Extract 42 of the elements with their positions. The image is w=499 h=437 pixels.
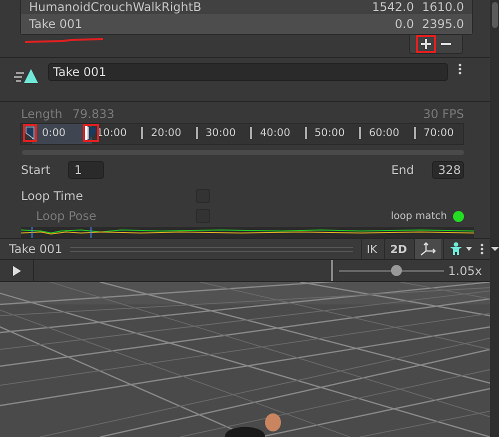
more-icon[interactable] <box>480 243 484 255</box>
ruler-label: 40:00 <box>250 127 290 139</box>
more-icon[interactable] <box>458 63 462 75</box>
clip-end: 2395.0 <box>422 17 464 31</box>
axes-icon <box>420 242 436 256</box>
clip-end: 1610.0 <box>422 0 464 14</box>
ruler-label: 50:00 <box>304 127 345 139</box>
length-value: 79.833 <box>72 107 114 121</box>
start-field[interactable]: 1 <box>68 161 104 179</box>
clip-row[interactable]: Take 001 0.0 2395.0 <box>21 14 472 34</box>
loop-pose-label: Loop Pose <box>35 209 98 223</box>
speed-value: 1.05x <box>448 264 483 278</box>
end-field[interactable]: 328 <box>432 161 464 179</box>
timeline-ruler[interactable]: 0:00 10:00 20:00 30:00 40:00 50:00 60:00 70:00 <box>20 123 464 145</box>
ruler-label: 20:00 <box>141 127 182 139</box>
play-icon <box>12 264 22 276</box>
ruler-label: 60:00 <box>359 127 400 139</box>
scrollbar-thumb[interactable] <box>492 2 498 28</box>
scrollbar-track[interactable] <box>490 0 499 437</box>
avatar-icon <box>449 242 473 256</box>
ruler-label: 70:00 <box>414 127 454 139</box>
clip-name: Take 001 <box>29 17 84 31</box>
length-label: Length <box>21 107 62 121</box>
preview-title: Take 001 <box>9 242 62 256</box>
loop-match-label: loop match <box>390 210 447 222</box>
ruler-label: 30:00 <box>196 127 236 139</box>
scroll-down-icon[interactable] <box>490 246 498 252</box>
fps-label: 30 FPS <box>423 107 464 121</box>
clip-start: 1542.0 <box>372 0 414 14</box>
clip-row[interactable]: HumanoidCrouchWalkRightB 1542.0 1610.0 <box>21 0 472 14</box>
slider-thumb[interactable] <box>390 265 402 276</box>
end-label: End <box>391 163 414 177</box>
end-handle[interactable] <box>84 126 97 140</box>
add-button[interactable] <box>418 37 434 51</box>
clip-name-field[interactable]: Take 001 <box>48 63 448 81</box>
plus-icon <box>421 39 431 49</box>
clip-name: HumanoidCrouchWalkRightB <box>29 0 202 14</box>
clip-start: 0.0 <box>394 17 414 31</box>
start-handle[interactable] <box>25 126 36 140</box>
pivot-button[interactable] <box>414 239 441 259</box>
loop-time-label: Loop Time <box>21 189 84 203</box>
start-label: Start <box>21 163 50 177</box>
